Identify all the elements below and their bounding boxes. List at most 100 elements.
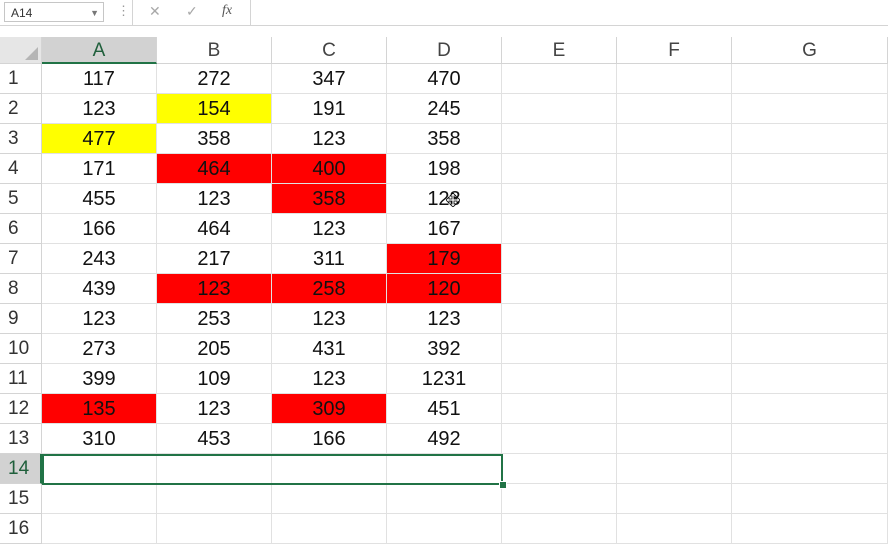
cell-g5[interactable]	[732, 184, 888, 214]
cell-b10[interactable]: 205	[157, 334, 272, 364]
cell-b2[interactable]: 154	[157, 94, 272, 124]
cell-g15[interactable]	[732, 484, 888, 514]
cell-a11[interactable]: 399	[42, 364, 157, 394]
cell-c3[interactable]: 123	[272, 124, 387, 154]
formula-input[interactable]	[250, 0, 888, 25]
cell-f15[interactable]	[617, 484, 732, 514]
cell-g9[interactable]	[732, 304, 888, 334]
cell-g2[interactable]	[732, 94, 888, 124]
fill-handle[interactable]	[499, 481, 507, 489]
cell-f12[interactable]	[617, 394, 732, 424]
cell-f14[interactable]	[617, 454, 732, 484]
select-all-button[interactable]	[0, 37, 42, 64]
cell-f8[interactable]	[617, 274, 732, 304]
cell-d2[interactable]: 245	[387, 94, 502, 124]
cell-a1[interactable]: 117	[42, 64, 157, 94]
cell-g4[interactable]	[732, 154, 888, 184]
cell-d16[interactable]	[387, 514, 502, 544]
cell-e16[interactable]	[502, 514, 617, 544]
column-header-d[interactable]: D	[387, 37, 502, 64]
cell-d5[interactable]: 123	[387, 184, 502, 214]
cell-g13[interactable]	[732, 424, 888, 454]
cell-e3[interactable]	[502, 124, 617, 154]
cell-b9[interactable]: 253	[157, 304, 272, 334]
insert-function-icon[interactable]: fx	[222, 3, 232, 19]
cell-c9[interactable]: 123	[272, 304, 387, 334]
column-header-c[interactable]: C	[272, 37, 387, 64]
row-header-1[interactable]: 1	[0, 64, 42, 94]
cell-c10[interactable]: 431	[272, 334, 387, 364]
cell-f3[interactable]	[617, 124, 732, 154]
cell-a8[interactable]: 439	[42, 274, 157, 304]
row-header-12[interactable]: 12	[0, 394, 42, 424]
cell-g1[interactable]	[732, 64, 888, 94]
column-header-e[interactable]: E	[502, 37, 617, 64]
row-header-8[interactable]: 8	[0, 274, 42, 304]
cell-c16[interactable]	[272, 514, 387, 544]
cell-d4[interactable]: 198	[387, 154, 502, 184]
cell-c11[interactable]: 123	[272, 364, 387, 394]
cell-g7[interactable]	[732, 244, 888, 274]
cell-e12[interactable]	[502, 394, 617, 424]
cell-a7[interactable]: 243	[42, 244, 157, 274]
cell-d9[interactable]: 123	[387, 304, 502, 334]
cell-b16[interactable]	[157, 514, 272, 544]
cell-b4[interactable]: 464	[157, 154, 272, 184]
cell-a4[interactable]: 171	[42, 154, 157, 184]
cell-e5[interactable]	[502, 184, 617, 214]
cell-f7[interactable]	[617, 244, 732, 274]
cell-a6[interactable]: 166	[42, 214, 157, 244]
name-box[interactable]: A14 ▼	[4, 2, 104, 22]
row-header-9[interactable]: 9	[0, 304, 42, 334]
cell-d10[interactable]: 392	[387, 334, 502, 364]
row-header-15[interactable]: 15	[0, 484, 42, 514]
row-header-11[interactable]: 11	[0, 364, 42, 394]
cell-f1[interactable]	[617, 64, 732, 94]
cell-g10[interactable]	[732, 334, 888, 364]
cell-d6[interactable]: 167	[387, 214, 502, 244]
cell-e6[interactable]	[502, 214, 617, 244]
cell-d3[interactable]: 358	[387, 124, 502, 154]
cancel-icon[interactable]: ✕	[149, 3, 161, 20]
cell-d1[interactable]: 470	[387, 64, 502, 94]
cell-e13[interactable]	[502, 424, 617, 454]
cell-d7[interactable]: 179	[387, 244, 502, 274]
cell-c7[interactable]: 311	[272, 244, 387, 274]
row-header-4[interactable]: 4	[0, 154, 42, 184]
cell-a16[interactable]	[42, 514, 157, 544]
cell-e15[interactable]	[502, 484, 617, 514]
cell-f13[interactable]	[617, 424, 732, 454]
cell-f16[interactable]	[617, 514, 732, 544]
row-header-14[interactable]: 14	[0, 454, 42, 484]
cell-b3[interactable]: 358	[157, 124, 272, 154]
cell-g11[interactable]	[732, 364, 888, 394]
cell-a9[interactable]: 123	[42, 304, 157, 334]
cell-c8[interactable]: 258	[272, 274, 387, 304]
more-options-icon[interactable]: ⋮	[117, 3, 130, 19]
cell-d11[interactable]: 1231	[387, 364, 502, 394]
cell-g6[interactable]	[732, 214, 888, 244]
cell-f9[interactable]	[617, 304, 732, 334]
cell-g3[interactable]	[732, 124, 888, 154]
column-header-b[interactable]: B	[157, 37, 272, 64]
column-header-a[interactable]: A	[42, 37, 157, 64]
cell-e14[interactable]	[502, 454, 617, 484]
cell-a15[interactable]	[42, 484, 157, 514]
row-header-10[interactable]: 10	[0, 334, 42, 364]
cell-g14[interactable]	[732, 454, 888, 484]
cell-c5[interactable]: 358	[272, 184, 387, 214]
cell-a12[interactable]: 135	[42, 394, 157, 424]
enter-icon[interactable]: ✓	[186, 3, 198, 20]
cell-f6[interactable]	[617, 214, 732, 244]
cell-d12[interactable]: 451	[387, 394, 502, 424]
cell-f5[interactable]	[617, 184, 732, 214]
cell-e4[interactable]	[502, 154, 617, 184]
row-header-7[interactable]: 7	[0, 244, 42, 274]
cell-e1[interactable]	[502, 64, 617, 94]
cell-g16[interactable]	[732, 514, 888, 544]
cell-c15[interactable]	[272, 484, 387, 514]
cell-d13[interactable]: 492	[387, 424, 502, 454]
cell-a13[interactable]: 310	[42, 424, 157, 454]
cell-a5[interactable]: 455	[42, 184, 157, 214]
cell-e7[interactable]	[502, 244, 617, 274]
